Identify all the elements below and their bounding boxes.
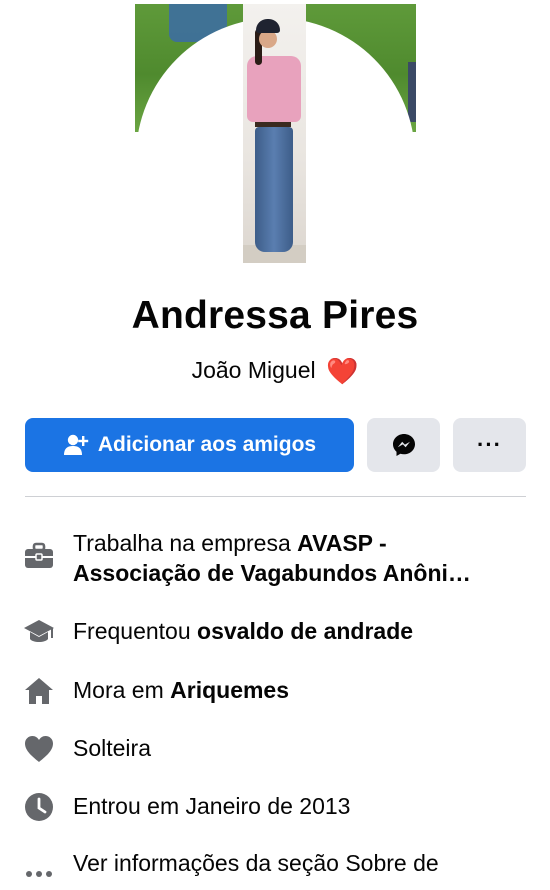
- cover-detail: [408, 62, 416, 122]
- lives-name[interactable]: Ariquemes: [170, 677, 289, 703]
- education-name[interactable]: osvaldo de andrade: [197, 618, 413, 644]
- clock-icon: [25, 793, 53, 821]
- work-name-continued[interactable]: Associação de Vagabundos Anôni…: [73, 558, 530, 588]
- more-options-button[interactable]: ···: [453, 418, 526, 472]
- photo-jeans: [255, 127, 293, 252]
- add-friend-button[interactable]: Adicionar aos amigos: [25, 418, 354, 472]
- education-prefix: Frequentou: [73, 618, 198, 644]
- lives-prefix: Mora em: [73, 677, 171, 703]
- home-icon: [25, 678, 53, 704]
- bio-text: João Miguel: [191, 357, 316, 383]
- briefcase-icon: [25, 542, 53, 568]
- profile-name: Andressa Pires: [131, 294, 419, 337]
- photo-shirt: [247, 56, 301, 122]
- divider: [25, 496, 526, 497]
- more-dots-icon: ···: [477, 432, 502, 457]
- work-name[interactable]: AVASP -: [297, 530, 386, 556]
- messenger-icon: [392, 434, 415, 456]
- work-prefix: Trabalha na empresa: [73, 530, 298, 556]
- graduation-cap-icon: [24, 620, 54, 642]
- heart-icon: [25, 736, 53, 762]
- more-horizontal-icon: [26, 871, 52, 877]
- profile-picture[interactable]: [243, 4, 306, 263]
- add-person-icon: [63, 434, 89, 455]
- heart-emoji: ❤️: [326, 356, 359, 386]
- joined-date: Entrou em Janeiro de 2013: [73, 793, 351, 819]
- relationship-status: Solteira: [73, 735, 151, 761]
- photo-cap: [256, 19, 280, 33]
- see-about-label: Ver informações da seção Sobre de: [73, 850, 439, 876]
- profile-bio: João Miguel ❤️: [0, 356, 550, 387]
- message-button[interactable]: [367, 418, 440, 472]
- add-friend-label: Adicionar aos amigos: [97, 433, 317, 456]
